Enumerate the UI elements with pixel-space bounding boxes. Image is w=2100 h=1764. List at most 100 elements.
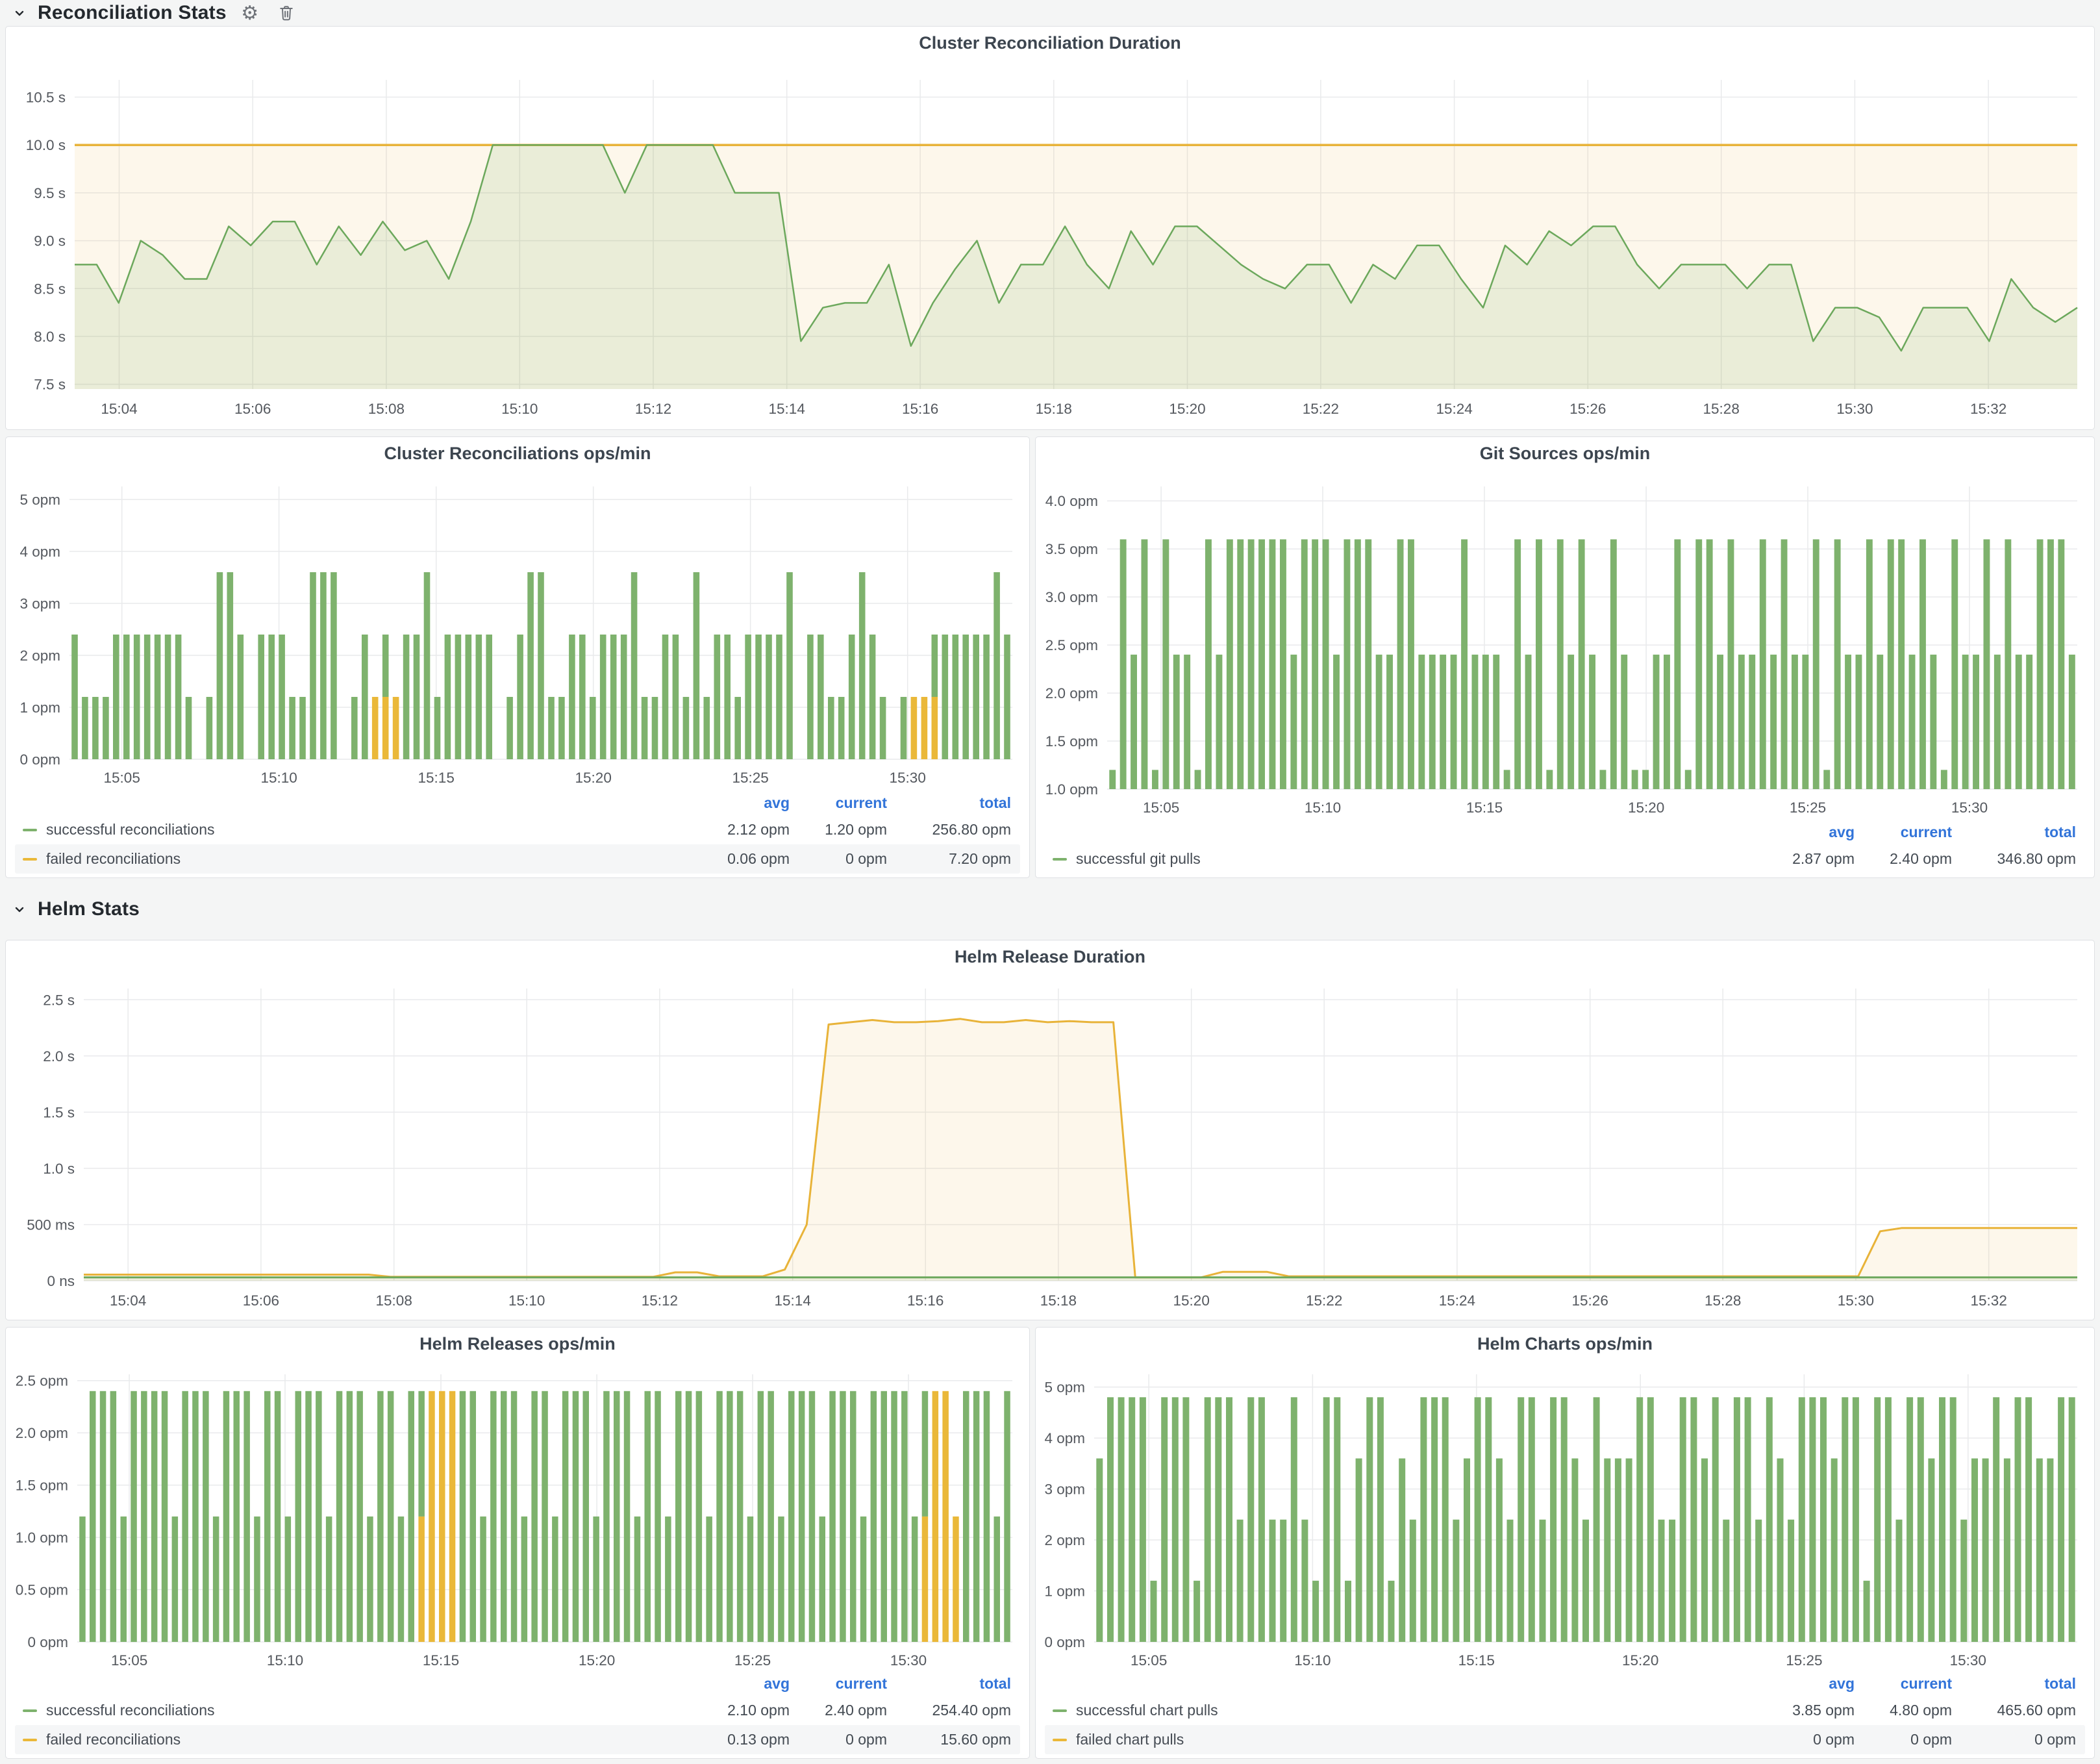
svg-text:15:30: 15:30 (1951, 800, 1988, 816)
series-marker-icon (23, 1709, 37, 1712)
legend-value: 7.20 opm (887, 850, 1020, 868)
chevron-down-icon[interactable] (12, 5, 27, 21)
legend-row: successful reconciliations2.12 opm1.20 o… (15, 815, 1020, 844)
svg-text:15:22: 15:22 (1306, 1292, 1342, 1309)
svg-text:2.5 opm: 2.5 opm (1045, 637, 1098, 653)
section-title[interactable]: Helm Stats (38, 898, 140, 920)
chart-cluster-reconciliation-duration[interactable]: 7.5 s8.0 s8.5 s9.0 s9.5 s10.0 s10.5 s15:… (12, 60, 2088, 419)
panel-cluster-reconciliations-opm: Cluster Reconciliations ops/min 0 opm1 o… (5, 436, 1030, 878)
svg-text:15:04: 15:04 (110, 1292, 146, 1309)
svg-text:5 opm: 5 opm (19, 492, 60, 508)
svg-text:15:12: 15:12 (635, 401, 671, 417)
legend-value: 0.06 opm (692, 850, 790, 868)
legend-col-total[interactable]: total (887, 1675, 1020, 1693)
series-marker-icon (23, 829, 37, 831)
svg-text:15:30: 15:30 (1950, 1652, 1986, 1669)
panel-helm-charts-opm: Helm Charts ops/min 0 opm1 opm2 opm3 opm… (1035, 1327, 2095, 1759)
series-label[interactable]: failed reconciliations (46, 1731, 181, 1748)
svg-text:15:20: 15:20 (575, 770, 612, 786)
svg-text:15:25: 15:25 (734, 1652, 771, 1669)
svg-text:15:16: 15:16 (902, 401, 938, 417)
legend-helm-charts: avgcurrenttotalsuccessful chart pulls3.8… (1045, 1671, 2085, 1754)
svg-text:15:15: 15:15 (1466, 800, 1503, 816)
legend-col-current[interactable]: current (790, 1675, 887, 1693)
chart-helm-releases-opm[interactable]: 0 opm0.5 opm1.0 opm1.5 opm2.0 opm2.5 opm… (12, 1360, 1023, 1670)
legend-stats-header: avgcurrenttotal (15, 790, 1020, 815)
legend-value: 2.87 opm (1757, 850, 1855, 868)
legend-row: failed reconciliations0.13 opm0 opm15.60… (15, 1725, 1020, 1754)
panel-title[interactable]: Cluster Reconciliations ops/min (6, 444, 1029, 464)
series-label[interactable]: successful reconciliations (46, 1702, 215, 1719)
series-label[interactable]: failed reconciliations (46, 850, 181, 868)
trash-icon[interactable] (273, 0, 299, 26)
svg-text:15:10: 15:10 (501, 401, 538, 417)
legend-col-avg[interactable]: avg (1757, 824, 1855, 841)
svg-text:15:20: 15:20 (1169, 401, 1205, 417)
chart-cluster-reconciliations-opm[interactable]: 0 opm1 opm2 opm3 opm4 opm5 opm15:0515:10… (12, 471, 1023, 788)
svg-text:4.0 opm: 4.0 opm (1045, 493, 1098, 509)
svg-text:15:22: 15:22 (1303, 401, 1339, 417)
legend-col-total[interactable]: total (1952, 1675, 2085, 1693)
chart-helm-charts-opm[interactable]: 0 opm1 opm2 opm3 opm4 opm5 opm15:0515:10… (1042, 1360, 2088, 1670)
svg-text:15:32: 15:32 (1970, 401, 2006, 417)
legend-col-avg[interactable]: avg (692, 794, 790, 812)
chart-git-sources-opm[interactable]: 1.0 opm1.5 opm2.0 opm2.5 opm3.0 opm3.5 o… (1042, 471, 2088, 818)
svg-text:15:20: 15:20 (1622, 1652, 1658, 1669)
svg-text:1.5 opm: 1.5 opm (1045, 733, 1098, 750)
series-marker-icon (1053, 858, 1067, 861)
series-label[interactable]: successful reconciliations (46, 821, 215, 838)
series-label[interactable]: successful chart pulls (1076, 1702, 1218, 1719)
legend-col-avg[interactable]: avg (1757, 1675, 1855, 1693)
legend-value: 2.10 opm (692, 1702, 790, 1719)
legend-value: 4.80 opm (1855, 1702, 1952, 1719)
svg-text:15:26: 15:26 (1572, 1292, 1608, 1309)
series-label[interactable]: successful git pulls (1076, 850, 1201, 868)
svg-text:0 ns: 0 ns (47, 1273, 75, 1289)
svg-text:2.5 opm: 2.5 opm (16, 1373, 68, 1389)
svg-text:15:20: 15:20 (1628, 800, 1664, 816)
svg-text:15:24: 15:24 (1439, 1292, 1475, 1309)
panel-title[interactable]: Helm Releases ops/min (6, 1334, 1029, 1354)
panel-title[interactable]: Helm Charts ops/min (1036, 1334, 2094, 1354)
legend-value: 0.13 opm (692, 1731, 790, 1748)
svg-text:15:14: 15:14 (769, 401, 805, 417)
svg-text:15:30: 15:30 (890, 1652, 927, 1669)
series-label[interactable]: failed chart pulls (1076, 1731, 1184, 1748)
panel-title[interactable]: Git Sources ops/min (1036, 444, 2094, 464)
svg-text:1 opm: 1 opm (1044, 1583, 1085, 1600)
series-marker-icon (1053, 1709, 1067, 1712)
legend-value: 346.80 opm (1952, 850, 2085, 868)
panel-title[interactable]: Cluster Reconciliation Duration (6, 33, 2094, 53)
legend-col-current[interactable]: current (790, 794, 887, 812)
legend-col-current[interactable]: current (1855, 824, 1952, 841)
svg-text:0 opm: 0 opm (27, 1634, 68, 1650)
section-title[interactable]: Reconciliation Stats (38, 2, 227, 24)
svg-text:15:10: 15:10 (1294, 1652, 1331, 1669)
svg-text:15:25: 15:25 (732, 770, 768, 786)
legend-row: failed reconciliations0.06 opm0 opm7.20 … (15, 844, 1020, 874)
svg-text:1.0 s: 1.0 s (43, 1161, 75, 1177)
legend-col-current[interactable]: current (1855, 1675, 1952, 1693)
gear-icon[interactable]: ⚙ (237, 0, 263, 26)
svg-text:1 opm: 1 opm (19, 699, 60, 716)
legend-col-total[interactable]: total (887, 794, 1020, 812)
svg-text:8.0 s: 8.0 s (34, 329, 66, 345)
legend-value: 1.20 opm (790, 821, 887, 838)
svg-text:4 opm: 4 opm (1044, 1430, 1085, 1446)
legend-value: 2.40 opm (1855, 850, 1952, 868)
legend-col-avg[interactable]: avg (692, 1675, 790, 1693)
svg-text:2.0 s: 2.0 s (43, 1048, 75, 1065)
legend-col-total[interactable]: total (1952, 824, 2085, 841)
chevron-down-icon[interactable] (12, 901, 27, 917)
svg-text:15:25: 15:25 (1786, 1652, 1822, 1669)
section-header-reconciliation-stats: Reconciliation Stats ⚙ (12, 0, 299, 26)
section-header-helm-stats: Helm Stats (12, 896, 140, 922)
panel-git-sources-opm: Git Sources ops/min 1.0 opm1.5 opm2.0 op… (1035, 436, 2095, 878)
svg-text:15:08: 15:08 (368, 401, 405, 417)
panel-title[interactable]: Helm Release Duration (6, 947, 2094, 967)
series-marker-icon (23, 858, 37, 861)
svg-text:1.0 opm: 1.0 opm (16, 1530, 68, 1546)
legend-git-sources: avgcurrenttotal successful git pulls 2.87 … (1045, 820, 2085, 874)
svg-text:15:30: 15:30 (1838, 1292, 1874, 1309)
chart-helm-release-duration[interactable]: 0 ns500 ms1.0 s1.5 s2.0 s2.5 s15:0415:06… (12, 973, 2088, 1311)
